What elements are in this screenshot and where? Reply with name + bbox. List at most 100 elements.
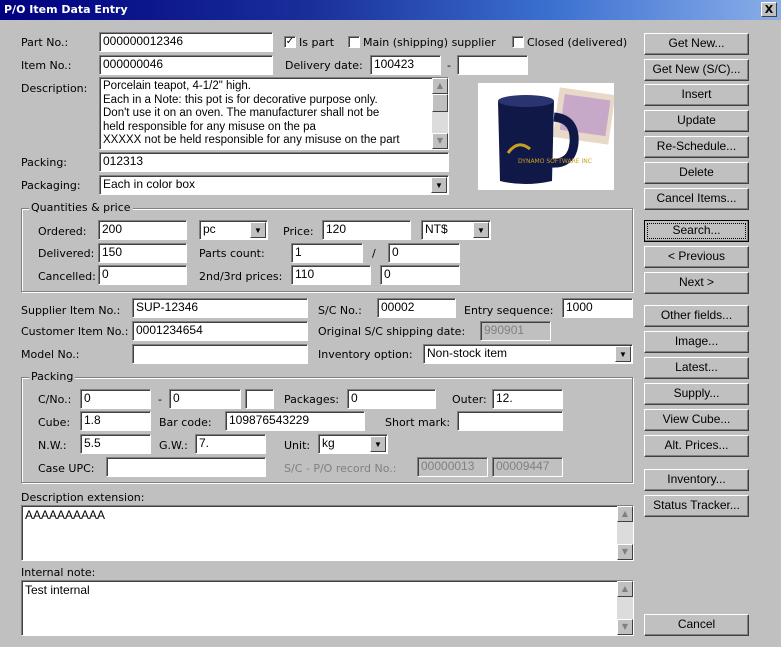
customer-item-field[interactable]: 0001234654 [132, 321, 308, 341]
cancelled-field[interactable]: 0 [98, 265, 187, 285]
delivered-field[interactable]: 150 [98, 243, 187, 263]
close-button[interactable]: X [761, 2, 777, 17]
description-scrollbar[interactable]: ▲ ▼ [432, 78, 448, 149]
customer-item-label: Customer Item No.: [21, 325, 129, 338]
scroll-up-icon[interactable]: ▲ [617, 506, 633, 522]
chevron-down-icon[interactable]: ▼ [250, 222, 266, 238]
part-no-field[interactable]: 000000012346 [99, 32, 273, 52]
inventory-option-label: Inventory option: [318, 348, 413, 361]
chevron-down-icon[interactable]: ▼ [370, 436, 386, 452]
is-part-checkbox[interactable]: ✓ [284, 36, 296, 48]
reschedule-button[interactable]: Re-Schedule... [644, 136, 749, 158]
scroll-up-icon[interactable]: ▲ [617, 581, 633, 597]
model-field[interactable] [132, 344, 308, 364]
scroll-up-icon[interactable]: ▲ [432, 78, 448, 94]
date-separator: - [447, 59, 451, 72]
image-button[interactable]: Image... [644, 331, 749, 353]
supplier-item-label: Supplier Item No.: [21, 304, 121, 317]
description-label: Description: [21, 82, 88, 95]
unit-select[interactable]: pc ▼ [199, 220, 268, 240]
alt-prices-button[interactable]: Alt. Prices... [644, 435, 749, 457]
status-tracker-button[interactable]: Status Tracker... [644, 495, 749, 517]
inventory-option-value: Non-stock item [427, 346, 508, 360]
cno-to-field[interactable]: 0 [169, 389, 241, 409]
barcode-field[interactable]: 109876543229 [225, 411, 365, 431]
cube-field[interactable]: 1.8 [80, 411, 151, 431]
chevron-down-icon[interactable]: ▼ [431, 177, 447, 193]
parts-count-field[interactable]: 1 [291, 243, 363, 263]
update-button[interactable]: Update [644, 110, 749, 132]
outer-label: Outer: [452, 393, 487, 406]
get-new-button[interactable]: Get New... [644, 33, 749, 55]
nw-label: N.W.: [38, 439, 67, 452]
supply-button[interactable]: Supply... [644, 383, 749, 405]
cancel-items-button[interactable]: Cancel Items... [644, 188, 749, 210]
sc-no-field[interactable]: 00002 [377, 298, 456, 318]
desc-ext-scrollbar[interactable]: ▲ ▼ [617, 506, 633, 560]
price2-field[interactable]: 110 [291, 265, 371, 285]
cno-label: C/No.: [38, 393, 72, 406]
packaging-value: Each in color box [103, 177, 196, 191]
entry-seq-label: Entry sequence: [464, 304, 554, 317]
other-fields-button[interactable]: Other fields... [644, 305, 749, 327]
packaging-select[interactable]: Each in color box ▼ [99, 175, 449, 195]
view-cube-button[interactable]: View Cube... [644, 409, 749, 431]
internal-note-field[interactable]: Test internal [21, 580, 634, 636]
shortmark-field[interactable] [457, 411, 563, 431]
is-part-label: Is part [299, 36, 335, 49]
delete-button[interactable]: Delete [644, 162, 749, 184]
delivery-date-end-field[interactable] [457, 55, 528, 75]
search-button[interactable]: Search... [644, 220, 749, 242]
supplier-item-field[interactable]: SUP-12346 [132, 298, 308, 318]
cno-suffix-field[interactable] [245, 389, 274, 409]
packages-field[interactable]: 0 [347, 389, 436, 409]
parts-count-slash: / [372, 247, 376, 260]
packing-label: Packing: [21, 156, 68, 169]
desc-ext-field[interactable]: AAAAAAAAAA [21, 505, 634, 561]
insert-button[interactable]: Insert [644, 84, 749, 106]
entry-seq-field[interactable]: 1000 [562, 298, 633, 318]
scroll-down-icon[interactable]: ▼ [432, 133, 448, 149]
ordered-label: Ordered: [38, 225, 87, 238]
shortmark-label: Short mark: [385, 416, 451, 429]
get-new-sc-button[interactable]: Get New (S/C)... [644, 59, 749, 81]
orig-sc-date-field: 990901 [480, 321, 551, 341]
chevron-down-icon[interactable]: ▼ [615, 346, 631, 362]
case-upc-field[interactable] [106, 457, 266, 477]
cancel-button[interactable]: Cancel [644, 614, 749, 636]
gw-field[interactable]: 7. [195, 434, 266, 454]
packages-label: Packages: [284, 393, 340, 406]
record-no-2-field: 00009447 [492, 457, 563, 477]
latest-button[interactable]: Latest... [644, 357, 749, 379]
parts-count-of-field[interactable]: 0 [388, 243, 460, 263]
nw-field[interactable]: 5.5 [80, 434, 151, 454]
price-field[interactable]: 120 [322, 220, 411, 240]
scroll-thumb[interactable] [432, 94, 448, 112]
packing-field[interactable]: 012313 [99, 152, 449, 172]
cno-from-field[interactable]: 0 [80, 389, 151, 409]
delivery-date-label: Delivery date: [285, 59, 363, 72]
internal-note-label: Internal note: [21, 566, 96, 579]
pack-unit-select[interactable]: kg ▼ [318, 434, 388, 454]
next-button[interactable]: Next > [644, 272, 749, 294]
currency-select[interactable]: NT$ ▼ [421, 220, 491, 240]
inventory-button[interactable]: Inventory... [644, 469, 749, 491]
previous-button[interactable]: < Previous [644, 246, 749, 268]
internal-note-scrollbar[interactable]: ▲ ▼ [617, 581, 633, 635]
outer-field[interactable]: 12. [492, 389, 563, 409]
closed-checkbox[interactable] [512, 36, 524, 48]
chevron-down-icon[interactable]: ▼ [473, 222, 489, 238]
scroll-down-icon[interactable]: ▼ [617, 619, 633, 635]
delivery-date-field[interactable]: 100423 [370, 55, 441, 75]
closed-label: Closed (delivered) [527, 36, 628, 49]
price3-field[interactable]: 0 [380, 265, 460, 285]
unit-value: pc [203, 222, 216, 236]
item-image[interactable]: DYNAMO SOFTWARE INC [478, 83, 616, 190]
ordered-field[interactable]: 200 [98, 220, 187, 240]
main-supplier-checkbox[interactable] [348, 36, 360, 48]
description-field[interactable]: Porcelain teapot, 4-1/2" high. Each in a… [99, 77, 449, 150]
scroll-down-icon[interactable]: ▼ [617, 544, 633, 560]
inventory-option-select[interactable]: Non-stock item ▼ [423, 344, 633, 364]
item-no-field[interactable]: 000000046 [99, 55, 273, 75]
part-no-label: Part No.: [21, 36, 69, 49]
